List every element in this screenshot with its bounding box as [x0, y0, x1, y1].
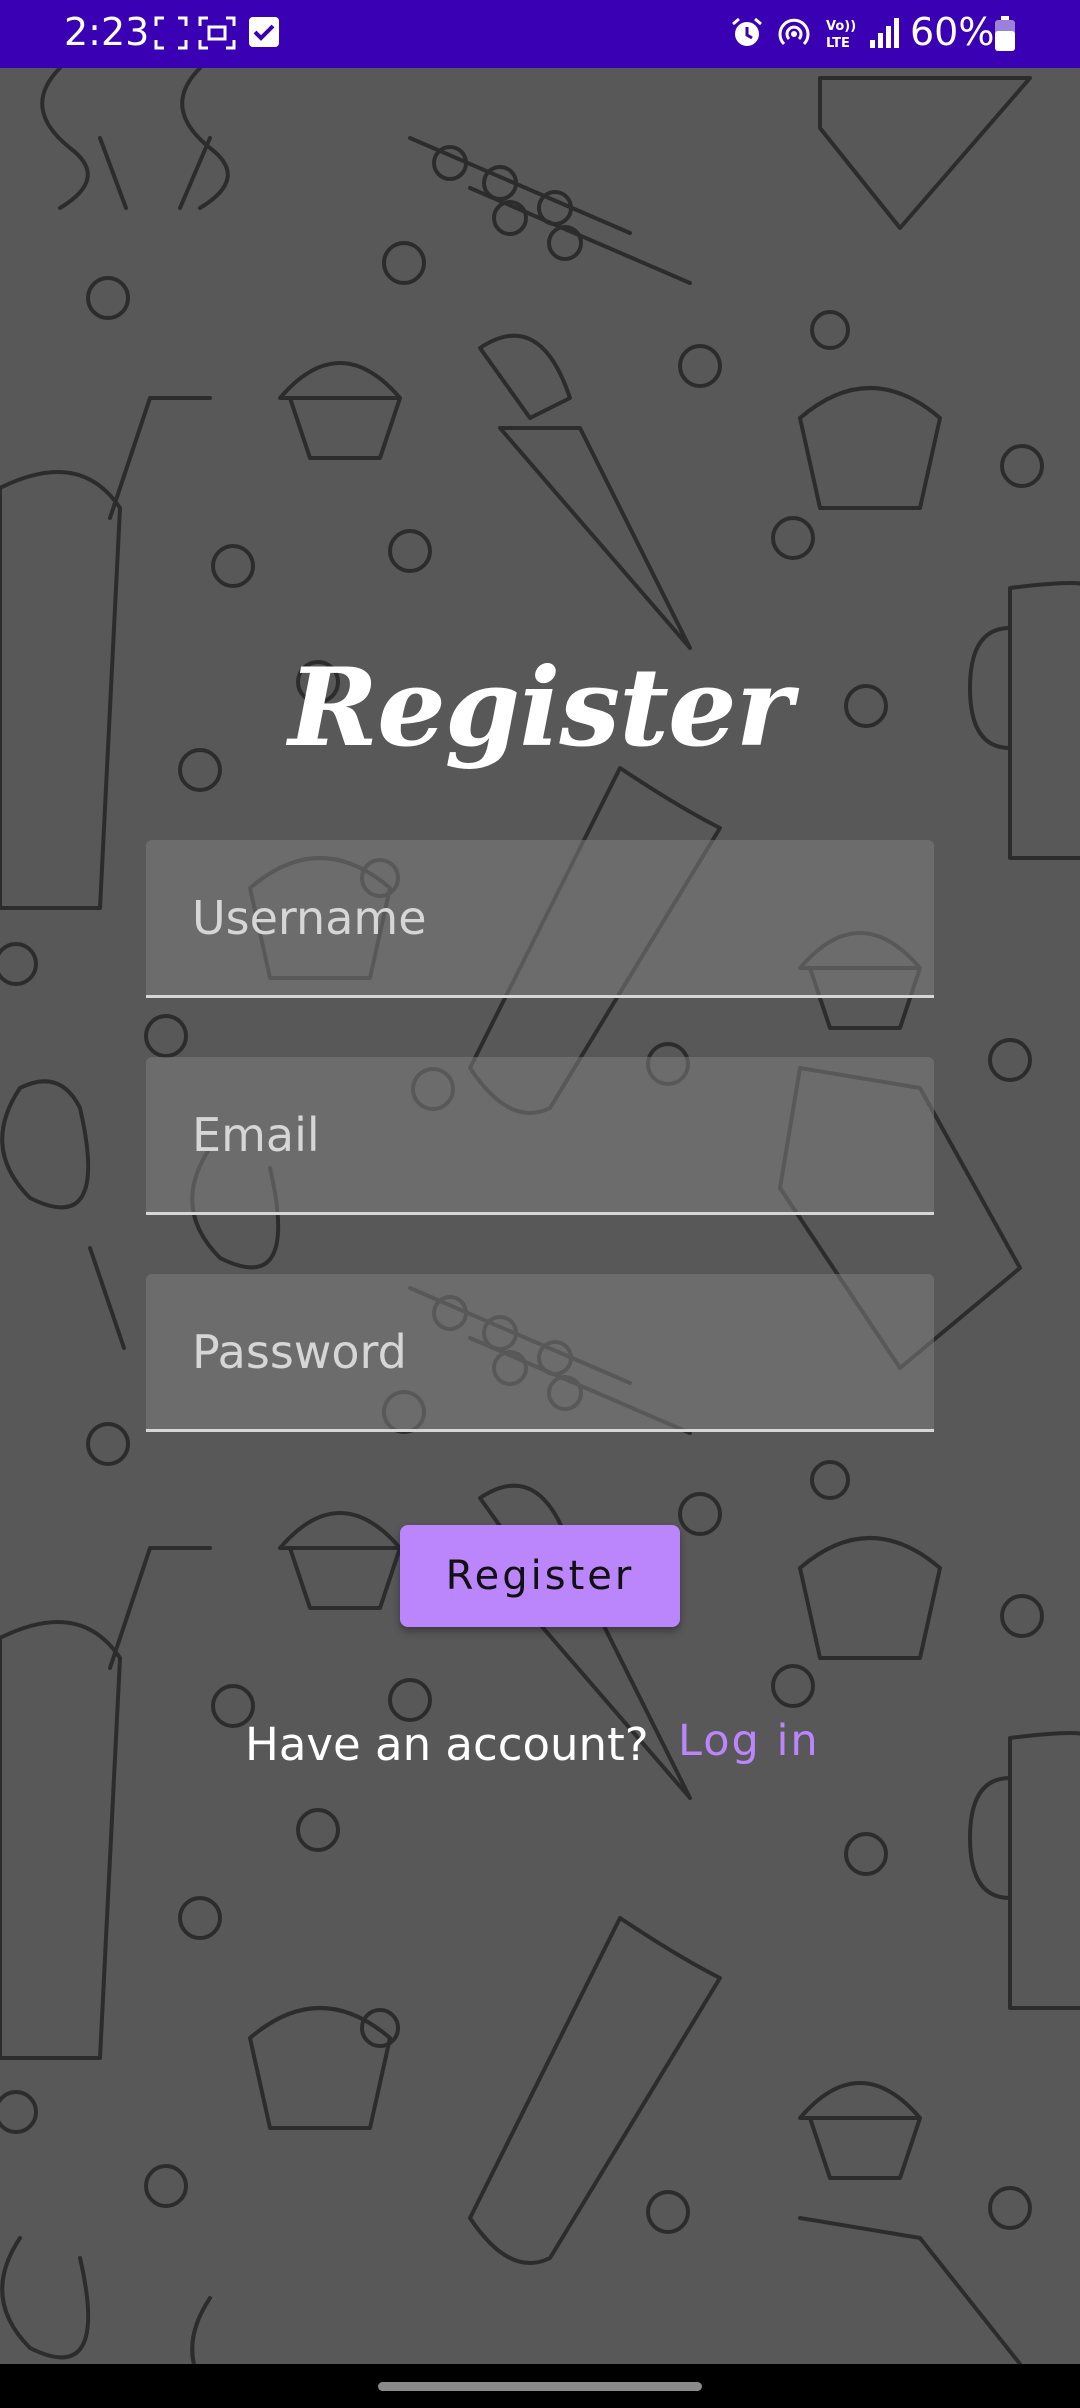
- register-button[interactable]: Register: [400, 1525, 680, 1627]
- page-title: Register: [288, 645, 792, 771]
- have-account-text: Have an account?: [245, 1718, 649, 1771]
- username-field[interactable]: [146, 840, 934, 998]
- battery-icon: [995, 16, 1015, 51]
- navigation-bar: [0, 2364, 1080, 2408]
- battery-percentage: 60%: [910, 10, 995, 54]
- password-field[interactable]: [146, 1274, 934, 1432]
- password-input[interactable]: [146, 1274, 934, 1429]
- screen-capture-icon: [198, 16, 236, 50]
- status-time: 2:23: [64, 10, 150, 54]
- email-input[interactable]: [146, 1057, 934, 1212]
- hotspot-icon: [778, 18, 810, 46]
- status-bar: 2:23 Vo)) LTE 60%: [0, 0, 1080, 68]
- food-doodle-background: [0, 68, 1080, 2364]
- svg-text:LTE: LTE: [826, 36, 850, 50]
- alarm-icon: [732, 17, 762, 46]
- screenshot-corners-icon: [154, 16, 188, 50]
- email-field[interactable]: [146, 1057, 934, 1215]
- checkbox-notification-icon: [249, 17, 279, 47]
- login-link[interactable]: Log in: [678, 1716, 820, 1766]
- username-input[interactable]: [146, 840, 934, 995]
- volte-icon: Vo)) LTE: [826, 19, 856, 50]
- signal-icon: [870, 18, 899, 48]
- home-gesture-handle[interactable]: [378, 2382, 702, 2391]
- svg-text:Vo)): Vo)): [826, 19, 856, 34]
